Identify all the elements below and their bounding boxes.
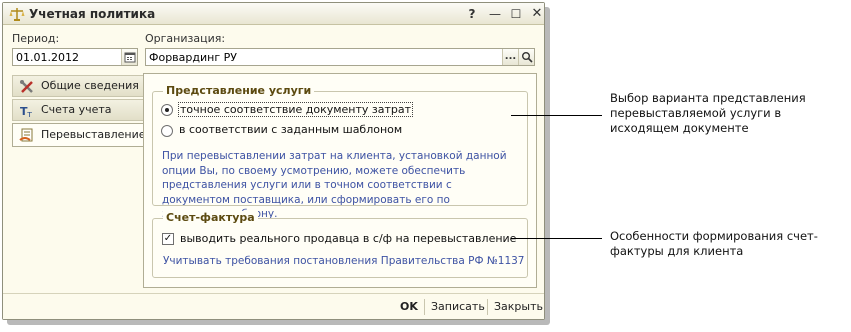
callout-service: Выбор варианта представления перевыставл…: [610, 91, 806, 135]
reinvoice-panel: Представление услуги точное соответствие…: [143, 73, 537, 288]
seller-checkbox[interactable]: ✓: [162, 233, 174, 245]
svg-text:т: т: [27, 110, 32, 119]
footer-divider: [424, 299, 425, 315]
radio-template[interactable]: [161, 125, 173, 137]
tab-label: Счета учета: [41, 103, 112, 116]
service-group: Представление услуги точное соответствие…: [152, 84, 528, 220]
footer-bar: OK Записать Закрыть: [3, 293, 544, 319]
callout-line-service: [511, 115, 602, 116]
reinvoice-icon: [19, 128, 33, 142]
tab-general[interactable]: Общие сведения: [12, 75, 143, 97]
callout-invoice: Особенности формирования счет-фактуры дл…: [610, 229, 818, 258]
close-button[interactable]: ✕: [529, 6, 545, 22]
organization-label: Организация:: [145, 32, 226, 45]
ok-button[interactable]: OK: [400, 300, 418, 313]
window-title: Учетная политика: [29, 7, 156, 21]
period-label: Период:: [12, 32, 60, 45]
callout-line-invoice: [511, 238, 602, 239]
title-bar[interactable]: Учетная политика ? — ☐ ✕: [3, 3, 544, 25]
dialog-window: Учетная политика ? — ☐ ✕ Период: 01.01.2…: [2, 2, 545, 320]
maximize-button[interactable]: ☐: [508, 6, 524, 22]
tab-list: Общие сведения Т т Счета учета Перевыста…: [12, 75, 146, 149]
radio-exact-label[interactable]: точное соответствие документу затрат: [178, 102, 414, 117]
period-field[interactable]: 01.01.2012: [12, 48, 138, 66]
period-value: 01.01.2012: [16, 51, 79, 64]
service-group-title: Представление услуги: [163, 84, 315, 97]
organization-field[interactable]: Форвардинг РУ ...: [145, 48, 535, 66]
footer-divider: [487, 299, 488, 315]
tools-icon: [20, 80, 33, 93]
tab-reinvoice[interactable]: Перевыставление: [12, 123, 146, 147]
accounts-icon: Т т: [20, 105, 32, 119]
seller-checkbox-label[interactable]: выводить реального продавца в с/ф на пер…: [180, 232, 516, 245]
calendar-icon[interactable]: [121, 49, 137, 65]
tab-accounts[interactable]: Т т Счета учета: [12, 99, 143, 121]
regulation-link[interactable]: Учитывать требования постановления Прави…: [163, 255, 525, 267]
invoice-group-title: Счет-фактура: [163, 211, 258, 224]
select-button[interactable]: ...: [502, 49, 518, 65]
invoice-group: Счет-фактура ✓ выводить реального продав…: [152, 211, 528, 278]
tab-label: Общие сведения: [41, 79, 139, 92]
search-icon[interactable]: [518, 49, 534, 65]
minimize-button[interactable]: —: [487, 6, 503, 22]
organization-value: Форвардинг РУ: [149, 51, 237, 64]
radio-template-label[interactable]: в соответствии с заданным шаблоном: [179, 123, 402, 136]
tab-label: Перевыставление: [41, 128, 146, 141]
close-dialog-button[interactable]: Закрыть: [494, 300, 543, 313]
help-button[interactable]: ?: [464, 6, 480, 22]
save-button[interactable]: Записать: [431, 300, 485, 313]
scales-icon: [9, 8, 25, 21]
radio-exact[interactable]: [161, 104, 173, 116]
